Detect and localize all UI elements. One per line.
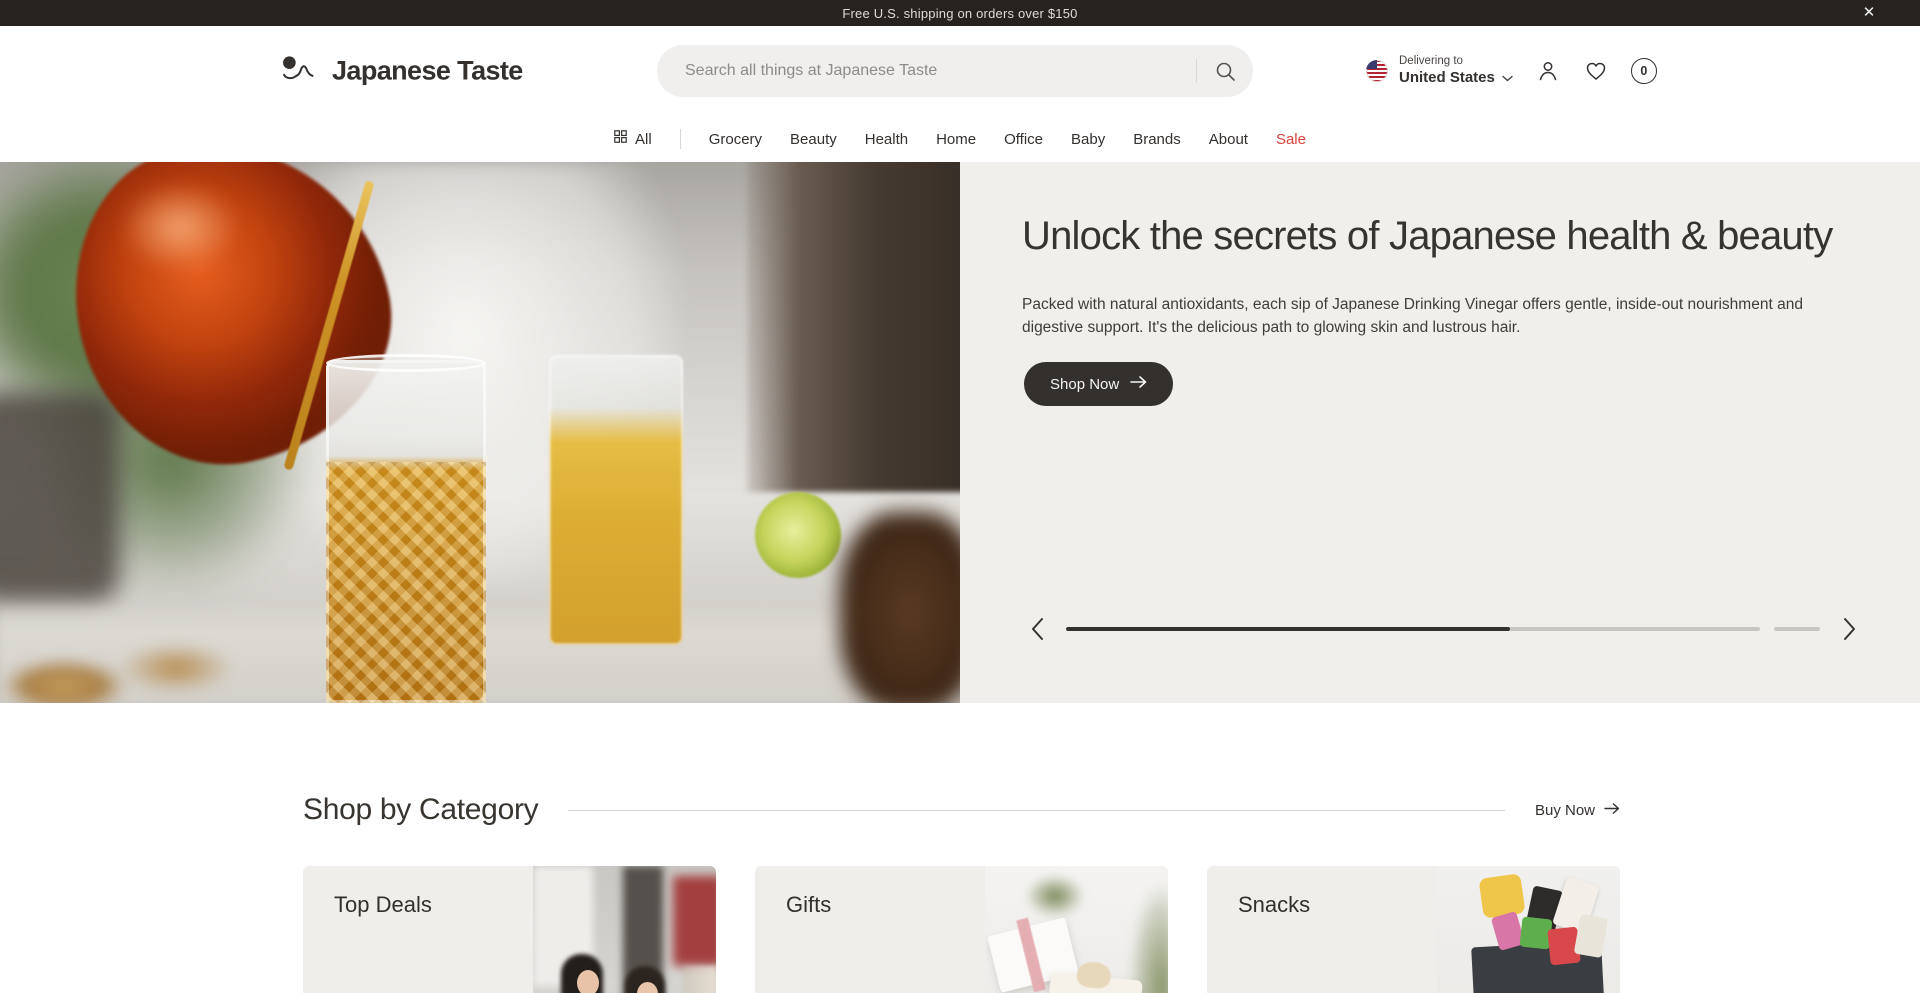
logo-text: Japanese Taste: [332, 56, 523, 87]
nav-item-office[interactable]: Office: [1004, 131, 1043, 148]
search-bar: [657, 45, 1253, 97]
hero-description: Packed with natural antioxidants, each s…: [1022, 294, 1837, 340]
announcement-text: Free U.S. shipping on orders over $150: [842, 6, 1077, 21]
gifts-image: [985, 866, 1168, 993]
hero-content: Unlock the secrets of Japanese health & …: [960, 162, 1920, 703]
delivery-label: Delivering to: [1399, 54, 1513, 68]
card-label: Gifts: [755, 866, 831, 993]
nav-item-grocery[interactable]: Grocery: [709, 131, 762, 148]
hero-title: Unlock the secrets of Japanese health & …: [1022, 214, 1852, 259]
main-nav: All Grocery Beauty Health Home Office Ba…: [0, 116, 1920, 162]
card-label: Top Deals: [303, 866, 432, 993]
shop-now-label: Shop Now: [1050, 376, 1119, 393]
shop-now-button[interactable]: Shop Now: [1024, 362, 1173, 406]
account-icon[interactable]: [1535, 58, 1561, 84]
buy-now-link[interactable]: Buy Now: [1535, 802, 1620, 819]
close-icon[interactable]: ✕: [1856, 0, 1882, 26]
carousel-progress-segment-2[interactable]: [1774, 627, 1820, 631]
search-input[interactable]: [657, 45, 1196, 97]
nav-item-brands[interactable]: Brands: [1133, 131, 1181, 148]
top-deals-image: [533, 866, 716, 993]
us-flag-icon: [1366, 60, 1388, 82]
card-label: Snacks: [1207, 866, 1310, 993]
site-header: Japanese Taste Delivering to United Stat…: [0, 26, 1920, 116]
delivery-text: Delivering to United States: [1399, 54, 1513, 88]
carousel-prev-icon[interactable]: [1024, 614, 1050, 644]
nav-item-sale[interactable]: Sale: [1276, 131, 1306, 148]
carousel-progress-track[interactable]: [1066, 627, 1760, 631]
delivery-selector[interactable]: Delivering to United States: [1366, 54, 1513, 88]
cart-button[interactable]: 0: [1631, 58, 1657, 84]
section-divider: [568, 810, 1505, 811]
nav-divider: [680, 129, 681, 149]
buy-now-label: Buy Now: [1535, 802, 1595, 819]
logo-mark-icon: [282, 54, 322, 89]
category-card-snacks[interactable]: Snacks: [1207, 866, 1620, 993]
category-card-gifts[interactable]: Gifts: [755, 866, 1168, 993]
snacks-image: [1437, 866, 1620, 993]
nav-item-beauty[interactable]: Beauty: [790, 131, 837, 148]
grid-icon: [614, 130, 627, 148]
nav-item-home[interactable]: Home: [936, 131, 976, 148]
nav-item-health[interactable]: Health: [865, 131, 908, 148]
carousel-progress-fill: [1066, 627, 1510, 631]
nav-item-about[interactable]: About: [1209, 131, 1248, 148]
category-section: Shop by Category Buy Now Top Deals: [303, 788, 1620, 993]
hero-carousel: Unlock the secrets of Japanese health & …: [0, 162, 1920, 703]
chevron-down-icon: [1502, 68, 1513, 88]
delivery-country: United States: [1399, 69, 1495, 88]
hero-image: [0, 162, 960, 703]
arrow-right-icon: [1130, 375, 1147, 393]
cart-count-badge: 0: [1631, 58, 1657, 84]
carousel-next-icon[interactable]: [1836, 614, 1862, 644]
search-icon[interactable]: [1197, 45, 1253, 97]
category-section-header: Shop by Category Buy Now: [303, 788, 1620, 832]
nav-item-baby[interactable]: Baby: [1071, 131, 1105, 148]
page: Free U.S. shipping on orders over $150 ✕…: [0, 0, 1920, 993]
header-actions: Delivering to United States: [1366, 26, 1657, 116]
logo[interactable]: Japanese Taste: [282, 54, 523, 89]
wishlist-heart-icon[interactable]: [1583, 58, 1609, 84]
carousel-controls: [1024, 614, 1862, 644]
announcement-bar: Free U.S. shipping on orders over $150 ✕: [0, 0, 1920, 26]
arrow-right-icon: [1604, 802, 1620, 819]
section-title: Shop by Category: [303, 793, 538, 827]
nav-item-all[interactable]: All: [614, 130, 652, 148]
category-card-top-deals[interactable]: Top Deals: [303, 866, 716, 993]
category-cards: Top Deals Gifts: [303, 866, 1620, 993]
